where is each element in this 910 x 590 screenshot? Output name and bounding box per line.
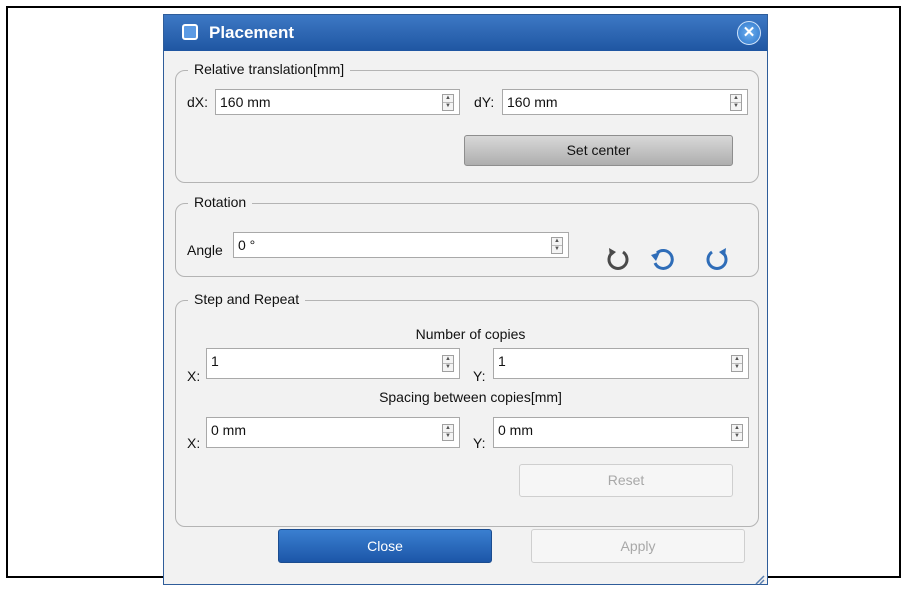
copies-x-input[interactable]: 1 ▲ ▼	[206, 348, 460, 379]
dialog-title: Placement	[209, 23, 295, 42]
spin-up-icon[interactable]: ▲	[732, 425, 742, 433]
dy-input[interactable]: 160 mm ▲ ▼	[502, 89, 748, 115]
spin-up-icon[interactable]: ▲	[443, 356, 453, 364]
copies-y-label: Y:	[473, 368, 486, 384]
relative-translation-group: Relative translation[mm]	[175, 61, 759, 183]
number-of-copies-heading: Number of copies	[415, 326, 526, 342]
spin-down-icon[interactable]: ▼	[732, 433, 742, 440]
spacing-x-input[interactable]: 0 mm ▲ ▼	[206, 417, 460, 448]
dx-spinner[interactable]: ▲ ▼	[442, 94, 454, 111]
dx-value: 160 mm	[220, 94, 271, 110]
spacing-x-label: X:	[187, 435, 201, 451]
rotate-counterclockwise-icon[interactable]	[605, 246, 631, 272]
dy-spinner[interactable]: ▲ ▼	[730, 94, 742, 111]
close-window-icon[interactable]: ✕	[737, 21, 761, 45]
copies-x-value: 1	[211, 353, 219, 369]
dy-value: 160 mm	[507, 94, 558, 110]
spacing-y-input[interactable]: 0 mm ▲ ▼	[493, 417, 749, 448]
step-and-repeat-legend: Step and Repeat	[188, 291, 306, 307]
dx-input[interactable]: 160 mm ▲ ▼	[215, 89, 460, 115]
spin-up-icon[interactable]: ▲	[552, 238, 562, 246]
dx-label: dX:	[187, 94, 209, 110]
rotate-clockwise-icon[interactable]	[704, 246, 730, 272]
copies-x-label: X:	[187, 368, 201, 384]
spacing-x-spinner[interactable]: ▲ ▼	[442, 424, 454, 441]
copies-x-spinner[interactable]: ▲ ▼	[442, 355, 454, 372]
spin-up-icon[interactable]: ▲	[732, 356, 742, 364]
copies-y-value: 1	[498, 353, 506, 369]
title-bar[interactable]: Placement ✕	[164, 15, 767, 51]
window-icon	[182, 24, 198, 40]
spin-down-icon[interactable]: ▼	[731, 103, 741, 110]
spin-down-icon[interactable]: ▼	[552, 246, 562, 253]
resize-grip-icon[interactable]	[755, 572, 765, 585]
spin-up-icon[interactable]: ▲	[443, 425, 453, 433]
spin-down-icon[interactable]: ▼	[443, 433, 453, 440]
rotation-legend: Rotation	[188, 194, 253, 210]
spacing-y-spinner[interactable]: ▲ ▼	[731, 424, 743, 441]
spacing-y-value: 0 mm	[498, 422, 533, 438]
spin-down-icon[interactable]: ▼	[443, 103, 453, 110]
copies-y-spinner[interactable]: ▲ ▼	[731, 355, 743, 372]
relative-translation-legend: Relative translation[mm]	[188, 61, 351, 77]
spacing-x-value: 0 mm	[211, 422, 246, 438]
angle-input[interactable]: 0 ° ▲ ▼	[233, 232, 569, 258]
spin-down-icon[interactable]: ▼	[443, 364, 453, 371]
angle-label: Angle	[187, 242, 223, 258]
dy-label: dY:	[474, 94, 495, 110]
rotate-reset-icon[interactable]	[650, 246, 676, 272]
copies-y-input[interactable]: 1 ▲ ▼	[493, 348, 749, 379]
angle-spinner[interactable]: ▲ ▼	[551, 237, 563, 254]
spin-up-icon[interactable]: ▲	[443, 95, 453, 103]
spin-up-icon[interactable]: ▲	[731, 95, 741, 103]
set-center-button[interactable]: Set center	[464, 135, 733, 166]
spacing-heading: Spacing between copies[mm]	[379, 389, 562, 405]
placement-dialog: Placement ✕ Relative translation[mm] dX:…	[163, 14, 768, 585]
angle-value: 0 °	[238, 237, 256, 253]
close-button[interactable]: Close	[278, 529, 492, 563]
reset-button[interactable]: Reset	[519, 464, 733, 497]
spin-down-icon[interactable]: ▼	[732, 364, 742, 371]
spacing-y-label: Y:	[473, 435, 486, 451]
apply-button[interactable]: Apply	[531, 529, 745, 563]
